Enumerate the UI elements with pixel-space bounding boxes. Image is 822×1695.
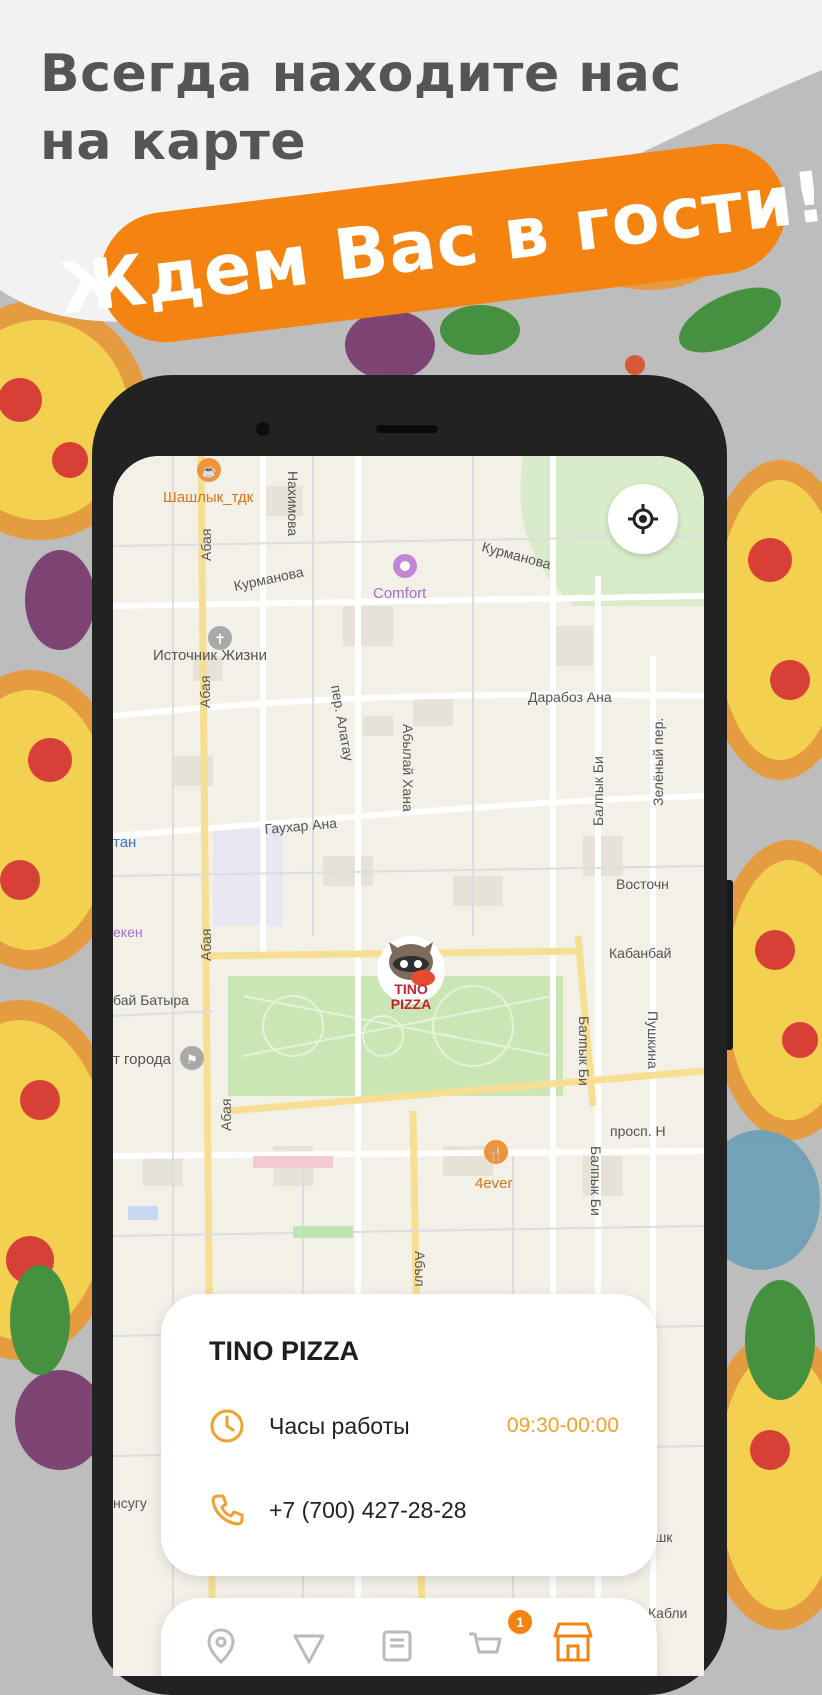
svg-text:⚑: ⚑	[186, 1052, 198, 1067]
bottom-navigation: 1	[161, 1598, 657, 1676]
street-kabanbai: Кабанбай	[609, 945, 671, 961]
phone-row[interactable]: +7 (700) 427-28-28	[209, 1490, 619, 1530]
street-nakhimova: Нахимова	[285, 471, 301, 536]
poi-shashlyk-label[interactable]: Шашлык_тдк	[163, 489, 254, 506]
restaurant-info-card: TINO PIZZA Часы работы 09:30-00:00 +7 (7…	[161, 1294, 657, 1576]
clock-icon	[210, 1409, 244, 1443]
svg-text:☕: ☕	[202, 463, 217, 478]
hours-label: Часы работы	[269, 1412, 410, 1439]
poi-comfort-label[interactable]: Comfort	[373, 585, 427, 602]
street-abylai-2: Абыл	[412, 1251, 428, 1287]
poi-gorod-label[interactable]: т города	[113, 1051, 172, 1068]
street-abaya-3: Абая	[198, 929, 214, 961]
street-zeleny: Зелёный пер.	[650, 718, 666, 806]
headline: Всегда находите нас на карте	[40, 40, 682, 176]
street-bai-batyra: бай Батыра	[113, 992, 189, 1008]
hours-row: Часы работы 09:30-00:00	[209, 1406, 619, 1446]
street-kabli: Кабли	[648, 1605, 687, 1621]
marker-label-1: TINO	[394, 981, 428, 997]
menu-book-icon[interactable]	[377, 1626, 417, 1666]
poi-eken-label: екен	[113, 924, 143, 940]
pizza-slice-icon[interactable]	[289, 1626, 329, 1666]
street-prosp: просп. Н	[610, 1123, 666, 1139]
svg-text:🍴: 🍴	[488, 1146, 504, 1162]
street-balpyk-3: Балпык Би	[588, 1146, 604, 1216]
marker-label-2: PIZZA	[391, 996, 431, 1012]
store-icon[interactable]	[549, 1618, 597, 1666]
street-abaya-2: Абая	[197, 676, 213, 708]
hours-value: 09:30-00:00	[506, 1414, 619, 1437]
restaurant-name: TINO PIZZA	[209, 1336, 359, 1366]
headline-line-1: Всегда находите нас	[40, 44, 682, 104]
street-abaya-1: Абая	[198, 529, 214, 561]
street-abylai: Абылай Хана	[400, 724, 416, 812]
phone-number[interactable]: +7 (700) 427-28-28	[269, 1497, 619, 1524]
locate-me-button[interactable]	[608, 484, 678, 554]
street-pushkina: Пушкина	[645, 1011, 661, 1069]
headline-line-2: на карте	[40, 112, 307, 172]
tino-pizza-map-marker[interactable]: TINO PIZZA	[371, 934, 451, 1024]
street-vostochn: Восточн	[616, 876, 669, 892]
phone-icon	[211, 1494, 244, 1526]
svg-text:✝: ✝	[214, 631, 226, 647]
crosshair-icon	[628, 504, 658, 534]
street-abaya-4: Абая	[218, 1099, 234, 1131]
poi-tan-label: тан	[113, 834, 136, 851]
street-balpyk-2: Балпык Би	[576, 1016, 592, 1086]
location-pin-icon[interactable]	[201, 1626, 241, 1666]
poi-istochnik-label[interactable]: Источник Жизни	[153, 647, 267, 664]
poi-4ever-label[interactable]: 4ever	[475, 1175, 513, 1192]
street-darabaz: Дарабоз Ана	[528, 689, 612, 705]
street-balpyk-1: Балпык Би	[590, 756, 606, 826]
phone-speaker	[376, 425, 438, 433]
cart-icon[interactable]	[465, 1626, 505, 1666]
cart-badge: 1	[508, 1610, 532, 1634]
front-camera	[256, 422, 270, 436]
phone-screen: ☕ Шашлык_тдк Comfort ✝ Источник Жизни ⚑ …	[113, 456, 704, 1676]
street-nsugu: нсугу	[113, 1495, 147, 1511]
phone-side-button	[727, 880, 733, 1050]
